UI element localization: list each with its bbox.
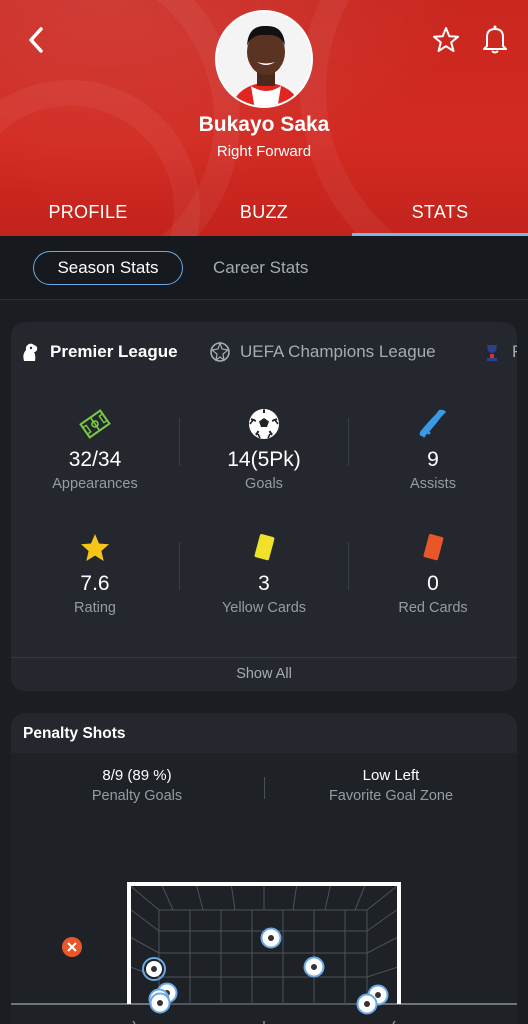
stat-assists: 9 Assists	[349, 406, 517, 492]
stat-rating: 7.6 Rating	[11, 530, 179, 616]
scored-shot-icon	[260, 927, 282, 949]
penalty-shots-panel: Penalty Shots 8/9 (89 %) Penalty Goals L…	[11, 713, 517, 1024]
tab-stats[interactable]: STATS	[352, 196, 528, 236]
league-selector: Premier League UEFA Champions League F	[11, 336, 517, 368]
season-stats-button[interactable]: Season Stats	[33, 251, 183, 285]
yellow-card-icon	[254, 534, 275, 561]
scored-shot-icon	[356, 993, 378, 1015]
league-tab-fa-cup[interactable]: F	[481, 336, 517, 368]
scored-shot-icon	[149, 992, 171, 1014]
penalty-goals-stat: 8/9 (89 %) Penalty Goals	[22, 767, 252, 804]
divider	[264, 777, 265, 799]
stat-value: 3	[258, 572, 270, 595]
football-icon	[249, 409, 279, 439]
scored-shot-icon	[303, 956, 325, 978]
show-all-button[interactable]: Show All	[11, 657, 517, 691]
favorite-zone-label: Favorite Goal Zone	[328, 788, 454, 804]
tab-buzz[interactable]: BUZZ	[176, 196, 352, 236]
league-tab-premier-league[interactable]: Premier League	[19, 336, 178, 368]
stats-mode-toggle: Season Stats Career Stats	[0, 236, 528, 300]
back-button[interactable]	[20, 24, 52, 56]
stat-goals: 14(5Pk) Goals	[180, 406, 348, 492]
stat-yellow-cards: 3 Yellow Cards	[180, 530, 348, 616]
player-name: Bukayo Saka	[198, 113, 330, 136]
stat-label: Rating	[74, 600, 116, 616]
premier-league-icon	[23, 343, 38, 361]
stat-label: Yellow Cards	[221, 600, 307, 616]
player-position: Right Forward	[216, 143, 312, 160]
stat-label: Assists	[410, 476, 456, 492]
pitch-icon	[79, 409, 111, 439]
chevron-left-icon	[29, 27, 43, 53]
tab-profile[interactable]: PROFILE	[0, 196, 176, 236]
stat-label: Goals	[245, 476, 283, 492]
career-stats-button[interactable]: Career Stats	[213, 251, 308, 285]
fa-cup-icon	[487, 345, 497, 361]
boot-icon	[419, 409, 446, 438]
avatar	[215, 10, 313, 108]
stat-value: 14(5Pk)	[227, 448, 301, 471]
favorite-zone-value: Low Left	[362, 767, 420, 784]
league-label: F	[512, 342, 517, 362]
stat-value: 9	[427, 448, 439, 471]
missed-shot-icon	[62, 937, 82, 957]
notification-button[interactable]	[478, 22, 512, 56]
stat-label: Appearances	[52, 476, 138, 492]
league-label: UEFA Champions League	[240, 342, 436, 361]
star-outline-icon	[433, 27, 459, 52]
penalty-goals-value: 8/9 (89 %)	[102, 767, 172, 784]
bell-icon	[483, 25, 507, 54]
red-card-icon	[423, 534, 444, 561]
favorite-button[interactable]	[430, 24, 462, 56]
tab-bar: PROFILE BUZZ STATS	[0, 196, 528, 236]
penalty-goals-label: Penalty Goals	[91, 788, 183, 804]
champions-league-icon	[210, 341, 230, 362]
season-stats-card: Premier League UEFA Champions League F	[11, 322, 517, 691]
star-icon	[81, 534, 109, 561]
section-title: Penalty Shots	[11, 713, 517, 753]
scored-shot-icon	[142, 957, 166, 981]
goal-shot-map	[11, 882, 517, 1024]
stat-value: 0	[427, 572, 439, 595]
stat-value: 32/34	[68, 448, 122, 471]
league-label: Premier League	[50, 342, 178, 361]
stat-value: 7.6	[80, 572, 110, 595]
league-tab-champions-league[interactable]: UEFA Champions League	[209, 336, 436, 368]
player-header: Bukayo Saka Right Forward PROFILE BUZZ S…	[0, 0, 528, 236]
stat-red-cards: 0 Red Cards	[349, 530, 517, 616]
stat-appearances: 32/34 Appearances	[11, 406, 179, 492]
stat-label: Red Cards	[398, 600, 468, 616]
favorite-zone-stat: Low Left Favorite Goal Zone	[276, 767, 506, 804]
